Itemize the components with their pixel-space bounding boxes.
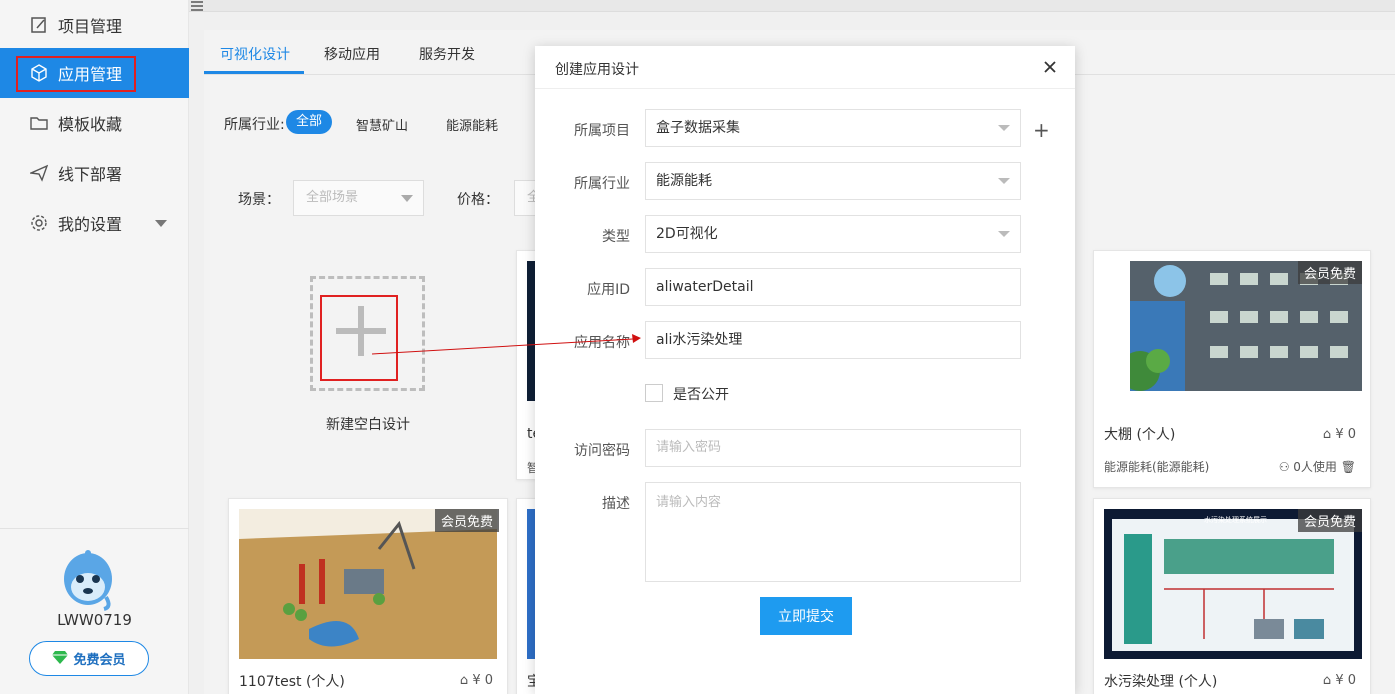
card-price-value: ¥ 0 bbox=[472, 673, 493, 688]
industry-select[interactable]: 能源能耗 bbox=[645, 162, 1021, 200]
create-app-dialog: 创建应用设计 所属项目 盒子数据采集 + 所属行业 能源能耗 类型 2D可视化 … bbox=[535, 46, 1075, 694]
app-id-label: 应用ID bbox=[587, 282, 630, 298]
public-checkbox-label: 是否公开 bbox=[673, 387, 729, 403]
tab-underline bbox=[204, 71, 304, 74]
card-title: 1107test (个人) bbox=[239, 674, 345, 690]
scene-select-value: 全部场景 bbox=[306, 190, 359, 205]
tag-icon: ⌂ bbox=[459, 673, 469, 688]
vip-button[interactable]: 免费会员 bbox=[29, 641, 149, 676]
sidebar-item-settings[interactable]: 我的设置 bbox=[0, 198, 189, 248]
filter-industry-mining[interactable]: 智慧矿山 bbox=[356, 115, 408, 134]
chevron-down-icon bbox=[998, 178, 1010, 184]
template-card[interactable]: 水污染处理系统展示 会员免费 水污染处理 (个人) ⌂ ¥ 0 bbox=[1093, 498, 1371, 694]
menu-toggle-icon[interactable] bbox=[189, 0, 207, 14]
type-label: 类型 bbox=[602, 229, 630, 245]
edit-icon bbox=[30, 16, 48, 34]
description-textarea[interactable]: 请输入内容 bbox=[645, 482, 1021, 582]
filter-industry-energy[interactable]: 能源能耗 bbox=[446, 115, 498, 134]
project-select[interactable]: 盒子数据采集 bbox=[645, 109, 1021, 147]
card-badge: 会员免费 bbox=[1297, 261, 1362, 284]
card-price: ⌂ ¥ 0 bbox=[1323, 673, 1356, 688]
chevron-down-icon bbox=[998, 125, 1010, 131]
chevron-down-icon[interactable] bbox=[155, 219, 167, 227]
chevron-down-icon bbox=[401, 195, 413, 202]
scene-filter-label: 场景： bbox=[238, 192, 280, 208]
card-title: 大棚 (个人) bbox=[1104, 427, 1176, 443]
user-panel: LWW0719 免费会员 bbox=[0, 528, 189, 694]
sidebar-item-templates[interactable]: 模板收藏 bbox=[0, 98, 189, 148]
sidebar-item-label: 模板收藏 bbox=[58, 115, 123, 134]
folder-icon bbox=[30, 114, 48, 132]
sidebar-item-offline-deploy[interactable]: 线下部署 bbox=[0, 148, 189, 198]
tab-mobile-app[interactable]: 移动应用 bbox=[324, 44, 380, 64]
card-users-value: 0人使用 bbox=[1293, 460, 1337, 474]
password-label: 访问密码 bbox=[574, 443, 630, 459]
card-title: 水污染处理 (个人) bbox=[1104, 674, 1218, 690]
sidebar-item-label: 项目管理 bbox=[58, 17, 123, 36]
price-filter-label: 价格： bbox=[457, 192, 499, 208]
industry-label: 所属行业 bbox=[574, 176, 630, 192]
sidebar-item-label: 线下部署 bbox=[58, 165, 123, 184]
app-id-input[interactable]: aliwaterDetail bbox=[645, 268, 1021, 306]
card-price: ⌂ ¥ 0 bbox=[460, 673, 493, 688]
template-card[interactable]: 会员免费 1107test (个人) ⌂ ¥ 0 bbox=[228, 498, 508, 694]
trash-icon[interactable]: 🗑 bbox=[1341, 460, 1356, 474]
template-card[interactable]: 会员免费 大棚 (个人) ⌂ ¥ 0 能源能耗(能源能耗) ⚇ 0人使用 🗑 bbox=[1093, 250, 1371, 488]
gear-icon bbox=[30, 214, 48, 232]
dialog-title: 创建应用设计 bbox=[555, 62, 639, 78]
type-select[interactable]: 2D可视化 bbox=[645, 215, 1021, 253]
app-name-label: 应用名称 bbox=[574, 335, 630, 351]
industry-filter-label: 所属行业: bbox=[224, 117, 285, 133]
thumb-caption: 水污染处理系统展示 bbox=[1204, 516, 1267, 524]
dialog-header: 创建应用设计 bbox=[535, 46, 1075, 89]
tag-icon: ⌂ bbox=[1322, 673, 1332, 688]
card-badge: 会员免费 bbox=[434, 509, 499, 532]
tag-icon: ⌂ bbox=[1322, 427, 1332, 442]
app-name-input[interactable]: ali水污染处理 bbox=[645, 321, 1021, 359]
add-project-button[interactable]: + bbox=[1033, 118, 1050, 142]
card-price: ⌂ ¥ 0 bbox=[1323, 427, 1356, 442]
type-select-value: 2D可视化 bbox=[656, 226, 718, 242]
card-users: ⚇ 0人使用 🗑 bbox=[1279, 458, 1356, 475]
sidebar-item-apps[interactable]: 应用管理 bbox=[0, 48, 189, 98]
project-label: 所属项目 bbox=[574, 123, 630, 139]
new-blank-design-label: 新建空白设计 bbox=[326, 417, 410, 433]
sidebar-item-label: 我的设置 bbox=[58, 215, 123, 234]
diamond-icon bbox=[52, 650, 69, 668]
sidebar: 项目管理 应用管理 模板收藏 线下部署 我的设置 LWW0719 免费会员 bbox=[0, 0, 189, 694]
card-price-value: ¥ 0 bbox=[1335, 673, 1356, 688]
card-price-value: ¥ 0 bbox=[1335, 427, 1356, 442]
public-checkbox[interactable] bbox=[645, 384, 663, 402]
industry-select-value: 能源能耗 bbox=[656, 173, 712, 189]
tab-service-dev[interactable]: 服务开发 bbox=[419, 44, 475, 64]
project-select-value: 盒子数据采集 bbox=[656, 120, 740, 136]
submit-button[interactable]: 立即提交 bbox=[760, 597, 852, 635]
filter-industry-all[interactable]: 全部 bbox=[286, 110, 333, 134]
avatar[interactable] bbox=[62, 549, 114, 611]
user-icon: ⚇ bbox=[1278, 460, 1290, 474]
annotation-highlight-box bbox=[320, 295, 398, 381]
top-bar bbox=[189, 0, 1395, 12]
card-subtitle: 能源能耗(能源能耗) bbox=[1104, 460, 1210, 474]
scene-select[interactable]: 全部场景 bbox=[293, 180, 424, 216]
close-icon[interactable] bbox=[1041, 58, 1059, 76]
description-label: 描述 bbox=[602, 496, 630, 512]
card-badge: 会员免费 bbox=[1297, 509, 1362, 532]
password-input[interactable]: 请输入密码 bbox=[645, 429, 1021, 467]
cube-icon bbox=[30, 64, 48, 82]
vip-label: 免费会员 bbox=[73, 653, 126, 668]
sidebar-item-label: 应用管理 bbox=[58, 65, 123, 84]
tab-visual-design[interactable]: 可视化设计 bbox=[220, 44, 290, 64]
sidebar-item-projects[interactable]: 项目管理 bbox=[0, 0, 189, 50]
username: LWW0719 bbox=[57, 611, 132, 629]
chevron-down-icon bbox=[998, 231, 1010, 237]
send-icon bbox=[30, 164, 48, 182]
